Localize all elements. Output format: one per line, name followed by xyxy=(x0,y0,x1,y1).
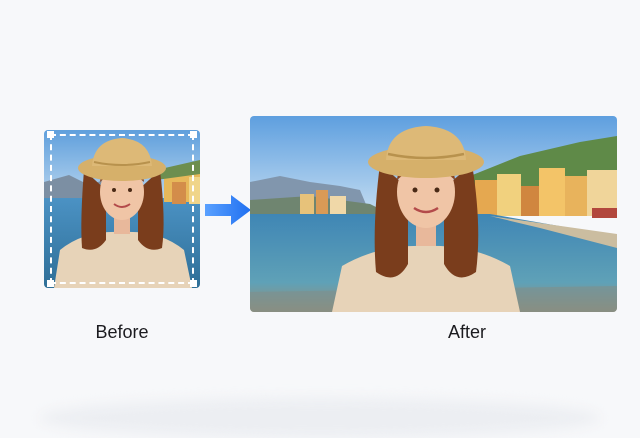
after-scene xyxy=(250,116,617,312)
crop-handle-icon[interactable] xyxy=(47,131,54,138)
crop-handle-icon[interactable] xyxy=(190,131,197,138)
crop-handle-icon[interactable] xyxy=(190,280,197,287)
before-image xyxy=(44,130,200,288)
crop-handle-icon[interactable] xyxy=(47,280,54,287)
after-image xyxy=(250,116,617,312)
comparison-stage: Before After xyxy=(0,0,640,438)
arrow-right-icon xyxy=(205,195,251,225)
bottom-shadow xyxy=(40,398,600,438)
crop-selection-box[interactable] xyxy=(47,131,197,287)
before-caption: Before xyxy=(95,322,149,342)
after-caption: After xyxy=(447,322,486,342)
